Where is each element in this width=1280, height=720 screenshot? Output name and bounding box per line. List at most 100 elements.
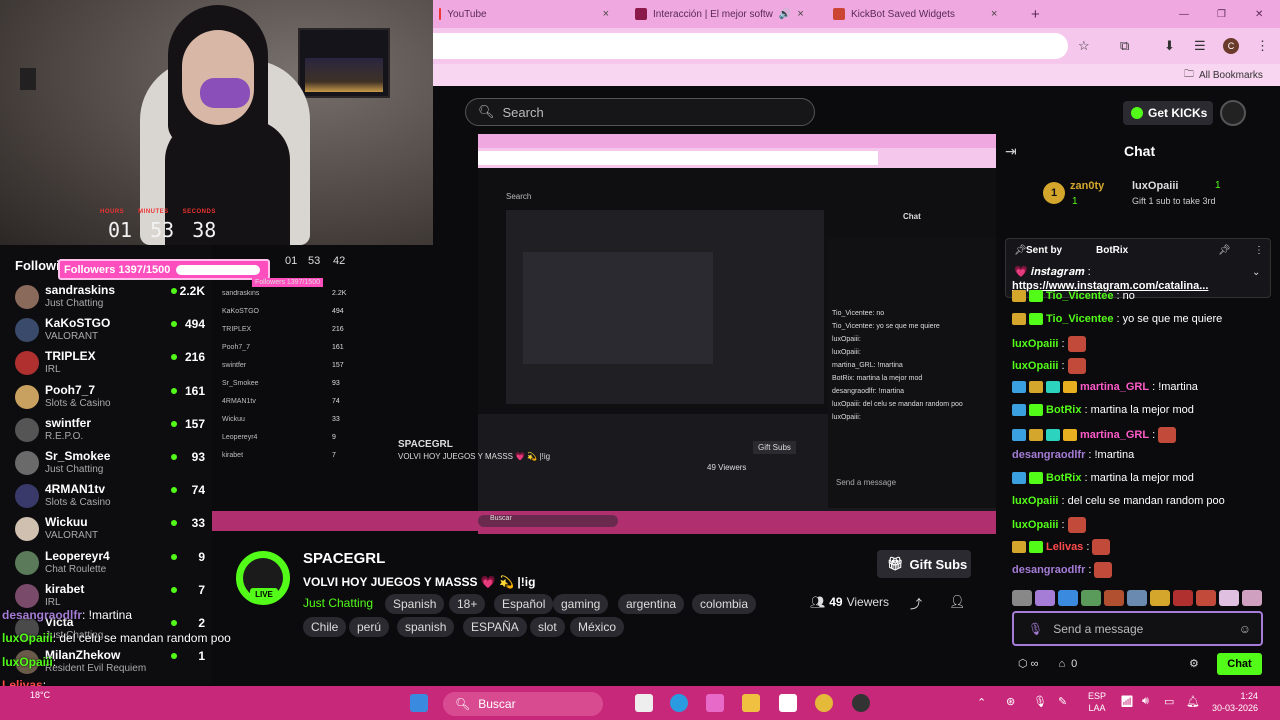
tag-2[interactable]: Español xyxy=(494,594,554,614)
sidebar-item-sandraskins[interactable]: sandraskins Just Chatting 2.2K xyxy=(15,281,205,314)
chat-username[interactable]: martina_GRL xyxy=(1080,381,1149,393)
profile-avatar[interactable]: C xyxy=(1223,38,1239,54)
sidebar-item-leopereyr4[interactable]: Leopereyr4 Chat Roulette 9 xyxy=(15,547,205,580)
more-options-icon[interactable]: ⋮ xyxy=(1254,245,1264,256)
edge-icon[interactable] xyxy=(670,694,688,712)
chat-input[interactable]: 🎙︎ Send a message ☺ xyxy=(1012,611,1263,646)
window-close-button[interactable]: ✕ xyxy=(1255,4,1263,24)
store-icon[interactable]: ⌂ xyxy=(1059,658,1066,670)
streamer-name[interactable]: SPACEGRL xyxy=(303,550,385,567)
sent-by-user[interactable]: BotRix xyxy=(1096,245,1128,256)
emote-icon[interactable] xyxy=(1104,590,1124,606)
get-kicks-button[interactable]: Get KICKs xyxy=(1123,101,1213,125)
chat-username[interactable]: martina_GRL xyxy=(1080,429,1149,441)
chat-username[interactable]: Tio_Vicentee xyxy=(1046,313,1113,325)
chat-username[interactable]: luxOpaiii xyxy=(1012,338,1058,350)
copilot-icon[interactable] xyxy=(706,694,724,712)
chat-username[interactable]: luxOpaiii xyxy=(1012,519,1058,531)
tab-interaccion[interactable]: Interacción | El mejor softw 🔊 × xyxy=(635,4,825,24)
follow-user-icon[interactable]: 👤︎ xyxy=(949,594,966,610)
tag-7[interactable]: perú xyxy=(349,617,390,637)
tab-youtube[interactable]: YouTube × xyxy=(439,4,609,24)
maximize-button[interactable]: ❐ xyxy=(1217,4,1226,24)
tray-pen-icon[interactable]: ✎ xyxy=(1058,695,1067,708)
extensions-icon[interactable]: ⧉ xyxy=(1120,38,1129,54)
collapse-chat-icon[interactable]: ⇥ xyxy=(1005,143,1017,160)
chat-username[interactable]: desangraodlfr xyxy=(1012,564,1085,576)
chat-username[interactable]: BotRix xyxy=(1046,404,1081,416)
volume-icon[interactable]: 🔊︎ xyxy=(1142,695,1149,708)
gift-subs-button[interactable]: 🎁︎ Gift Subs xyxy=(877,550,971,578)
emote-icon[interactable] xyxy=(1219,590,1239,606)
minimize-button[interactable]: — xyxy=(1179,4,1189,24)
sidebar-item-sr_smokee[interactable]: Sr_Smokee Just Chatting 93 xyxy=(15,447,205,480)
emote-icon[interactable] xyxy=(1012,590,1032,606)
chrome-icon[interactable] xyxy=(815,694,833,712)
address-bar[interactable] xyxy=(433,33,1068,59)
battery-icon[interactable]: ▭ xyxy=(1164,695,1174,708)
tray-chevron-icon[interactable]: ⌃ xyxy=(977,696,986,709)
sidebar-item-4rman1tv[interactable]: 4RMAN1tv Slots & Casino 74 xyxy=(15,480,205,513)
user-avatar[interactable] xyxy=(1220,100,1246,126)
gifter-name[interactable]: zan0ty xyxy=(1070,180,1104,192)
stream-video-player[interactable]: Search Chat Send a message Tio_Vicentee:… xyxy=(478,134,996,534)
tag-1[interactable]: 18+ xyxy=(449,594,486,614)
media-icon[interactable]: ☰ xyxy=(1194,38,1206,54)
search-input[interactable]: 🔍︎ Search xyxy=(465,98,815,126)
sidebar-item-pooh7_7[interactable]: Pooh7_7 Slots & Casino 161 xyxy=(15,381,205,414)
tag-8[interactable]: spanish xyxy=(397,617,455,637)
chat-username[interactable]: BotRix xyxy=(1046,472,1081,484)
close-icon[interactable]: × xyxy=(797,8,803,20)
chat-username[interactable]: luxOpaiii xyxy=(1012,360,1058,372)
emote-icon[interactable] xyxy=(1127,590,1147,606)
unpin-icon[interactable]: 📌︎ xyxy=(1218,245,1231,256)
points-icon[interactable]: ⬡ ∞ xyxy=(1018,657,1039,670)
gear-icon[interactable]: ⚙ xyxy=(1189,657,1199,670)
chat-send-button[interactable]: Chat xyxy=(1217,653,1262,675)
sidebar-item-wickuu[interactable]: Wickuu VALORANT 33 xyxy=(15,513,205,546)
chat-username[interactable]: Lelivas xyxy=(1046,541,1083,553)
close-icon[interactable]: × xyxy=(603,8,609,20)
tray-apps-icon[interactable]: ⊛ xyxy=(1006,695,1015,708)
tag-9[interactable]: ESPAÑA xyxy=(463,617,527,637)
tag-11[interactable]: México xyxy=(570,617,625,637)
tag-4[interactable]: argentina xyxy=(618,594,685,614)
share-icon[interactable]: ⤴ xyxy=(910,595,922,612)
tag-5[interactable]: colombia xyxy=(692,594,757,614)
emote-icon[interactable] xyxy=(1242,590,1262,606)
menu-icon[interactable]: ⋮ xyxy=(1256,38,1269,54)
chat-username[interactable]: desangraodlfr xyxy=(1012,449,1085,461)
tag-6[interactable]: Chile xyxy=(303,617,347,637)
chat-username[interactable]: Tio_Vicentee xyxy=(1046,290,1113,302)
all-bookmarks-button[interactable]: 🗀 All Bookmarks xyxy=(1184,67,1263,84)
gifter-name[interactable]: luxOpaiii xyxy=(1132,180,1178,192)
mic-icon[interactable]: 🎙︎ xyxy=(1028,622,1043,636)
emote-icon[interactable] xyxy=(1081,590,1101,606)
obs-icon[interactable] xyxy=(852,694,870,712)
new-tab-button[interactable]: + xyxy=(1031,4,1040,24)
weather-widget[interactable]: 18°C xyxy=(30,690,50,700)
chevron-down-icon[interactable]: ⌄ xyxy=(1252,267,1260,278)
emote-icon[interactable] xyxy=(1035,590,1055,606)
windows-start-icon[interactable] xyxy=(410,694,428,712)
tray-mic-icon[interactable]: 🎙︎ xyxy=(1033,695,1047,708)
sidebar-item-triplex[interactable]: TRIPLEX IRL 216 xyxy=(15,347,205,380)
star-icon[interactable]: ☆ xyxy=(1078,38,1090,54)
tag-3[interactable]: gaming xyxy=(553,594,609,614)
store-app-icon[interactable] xyxy=(779,694,797,712)
taskbar-search[interactable]: 🔍︎ Buscar xyxy=(443,692,603,716)
emote-icon[interactable] xyxy=(1196,590,1216,606)
emoji-icon[interactable]: ☺ xyxy=(1239,622,1251,636)
close-icon[interactable]: × xyxy=(991,8,997,20)
download-icon[interactable]: ⬇ xyxy=(1164,38,1175,54)
tab-kickbot[interactable]: KickBot Saved Widgets × xyxy=(833,4,1013,24)
stream-category[interactable]: Just Chatting xyxy=(303,596,373,610)
task-view-icon[interactable] xyxy=(635,694,653,712)
emote-icon[interactable] xyxy=(1150,590,1170,606)
emote-icon[interactable] xyxy=(1058,590,1078,606)
chat-username[interactable]: luxOpaiii xyxy=(1012,495,1058,507)
file-explorer-icon[interactable] xyxy=(742,694,760,712)
notification-icon[interactable]: 🔔︎ xyxy=(1186,695,1200,708)
tag-0[interactable]: Spanish xyxy=(385,594,445,614)
tag-10[interactable]: slot xyxy=(530,617,565,637)
